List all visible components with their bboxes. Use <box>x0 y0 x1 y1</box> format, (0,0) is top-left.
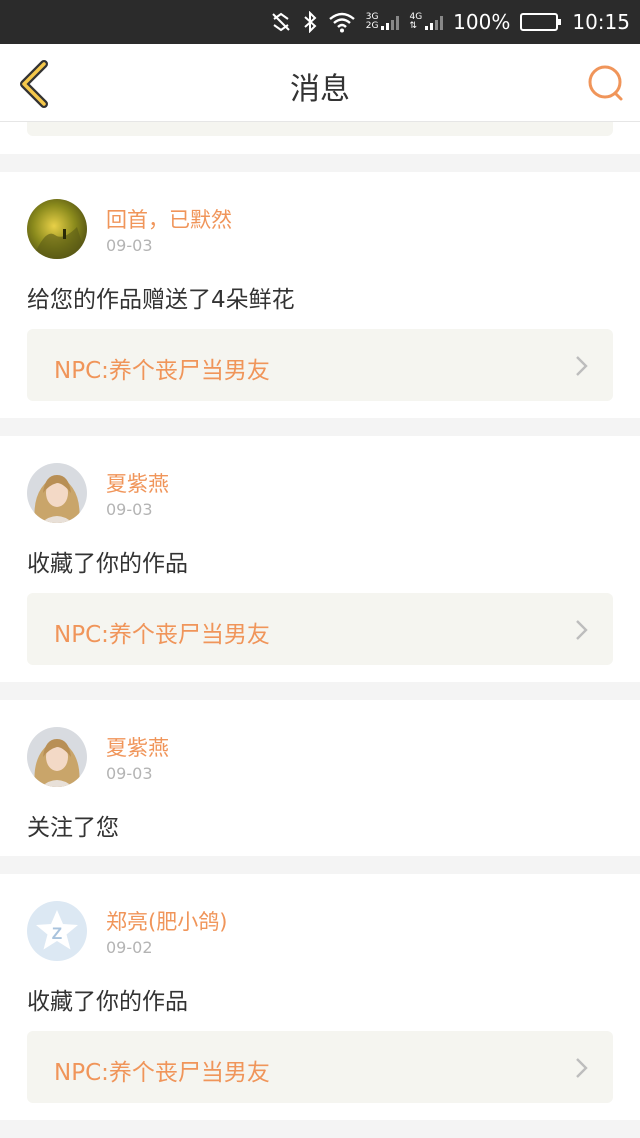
chevron-right-icon <box>576 620 588 640</box>
message-text: 关注了您 <box>27 815 119 841</box>
network-type-bottom: 2G <box>365 21 379 31</box>
search-icon <box>588 65 623 101</box>
message-date: 09-03 <box>106 764 153 783</box>
work-title: NPC:养个丧尸当男友 <box>54 1060 270 1086</box>
avatar[interactable]: Z <box>27 901 87 961</box>
avatar[interactable] <box>27 727 87 787</box>
message-text: 给您的作品赠送了4朵鲜花 <box>27 287 295 313</box>
chevron-right-icon <box>576 356 588 376</box>
message-date: 09-03 <box>106 500 153 519</box>
chevron-right-icon <box>576 1058 588 1078</box>
battery-icon <box>520 13 562 31</box>
page-title: 消息 <box>290 72 350 107</box>
username[interactable]: 夏紫燕 <box>106 732 169 762</box>
message-card: 夏紫燕 09-03 关注了您 <box>0 700 640 856</box>
message-card: 回首，已默然 09-03 给您的作品赠送了4朵鲜花 NPC:养个丧尸当男友 <box>0 172 640 418</box>
work-title: NPC:养个丧尸当男友 <box>54 358 270 384</box>
previous-card-fragment <box>0 122 640 154</box>
username[interactable]: 夏紫燕 <box>106 468 169 498</box>
avatar[interactable] <box>27 463 87 523</box>
message-card: 夏紫燕 09-03 收藏了你的作品 NPC:养个丧尸当男友 <box>0 436 640 682</box>
search-button[interactable] <box>584 62 626 104</box>
message-text: 收藏了你的作品 <box>27 989 188 1015</box>
message-card: Z 郑亮(肥小鸽) 09-02 收藏了你的作品 NPC:养个丧尸当男友 <box>0 874 640 1120</box>
message-date: 09-02 <box>106 938 153 957</box>
username[interactable]: 回首，已默然 <box>106 204 232 234</box>
data-sync-icon <box>270 11 292 33</box>
message-date: 09-03 <box>106 236 153 255</box>
message-text: 收藏了你的作品 <box>27 551 188 577</box>
username[interactable]: 郑亮(肥小鸽) <box>106 906 227 936</box>
work-link[interactable]: NPC:养个丧尸当男友 <box>27 329 613 401</box>
message-list[interactable]: 回首，已默然 09-03 给您的作品赠送了4朵鲜花 NPC:养个丧尸当男友 夏紫… <box>0 122 640 1138</box>
bluetooth-icon <box>302 11 318 33</box>
battery-percent: 100% <box>453 10 511 34</box>
work-link[interactable]: NPC:养个丧尸当男友 <box>27 1031 613 1103</box>
avatar[interactable] <box>27 199 87 259</box>
status-bar: 3G 2G 4G ⇅ 100% 10:15 <box>0 0 640 44</box>
signal-3g-2g: 3G 2G <box>366 13 400 31</box>
signal-4g: 4G ⇅ <box>409 13 444 31</box>
signal-bars-icon <box>381 14 400 30</box>
clock: 10:15 <box>572 10 630 34</box>
svg-text:Z: Z <box>52 924 62 943</box>
nav-header: 消息 <box>0 44 640 122</box>
wifi-icon <box>328 11 356 33</box>
work-title: NPC:养个丧尸当男友 <box>54 622 270 648</box>
signal-bars-icon <box>425 14 444 30</box>
work-link[interactable]: NPC:养个丧尸当男友 <box>27 593 613 665</box>
